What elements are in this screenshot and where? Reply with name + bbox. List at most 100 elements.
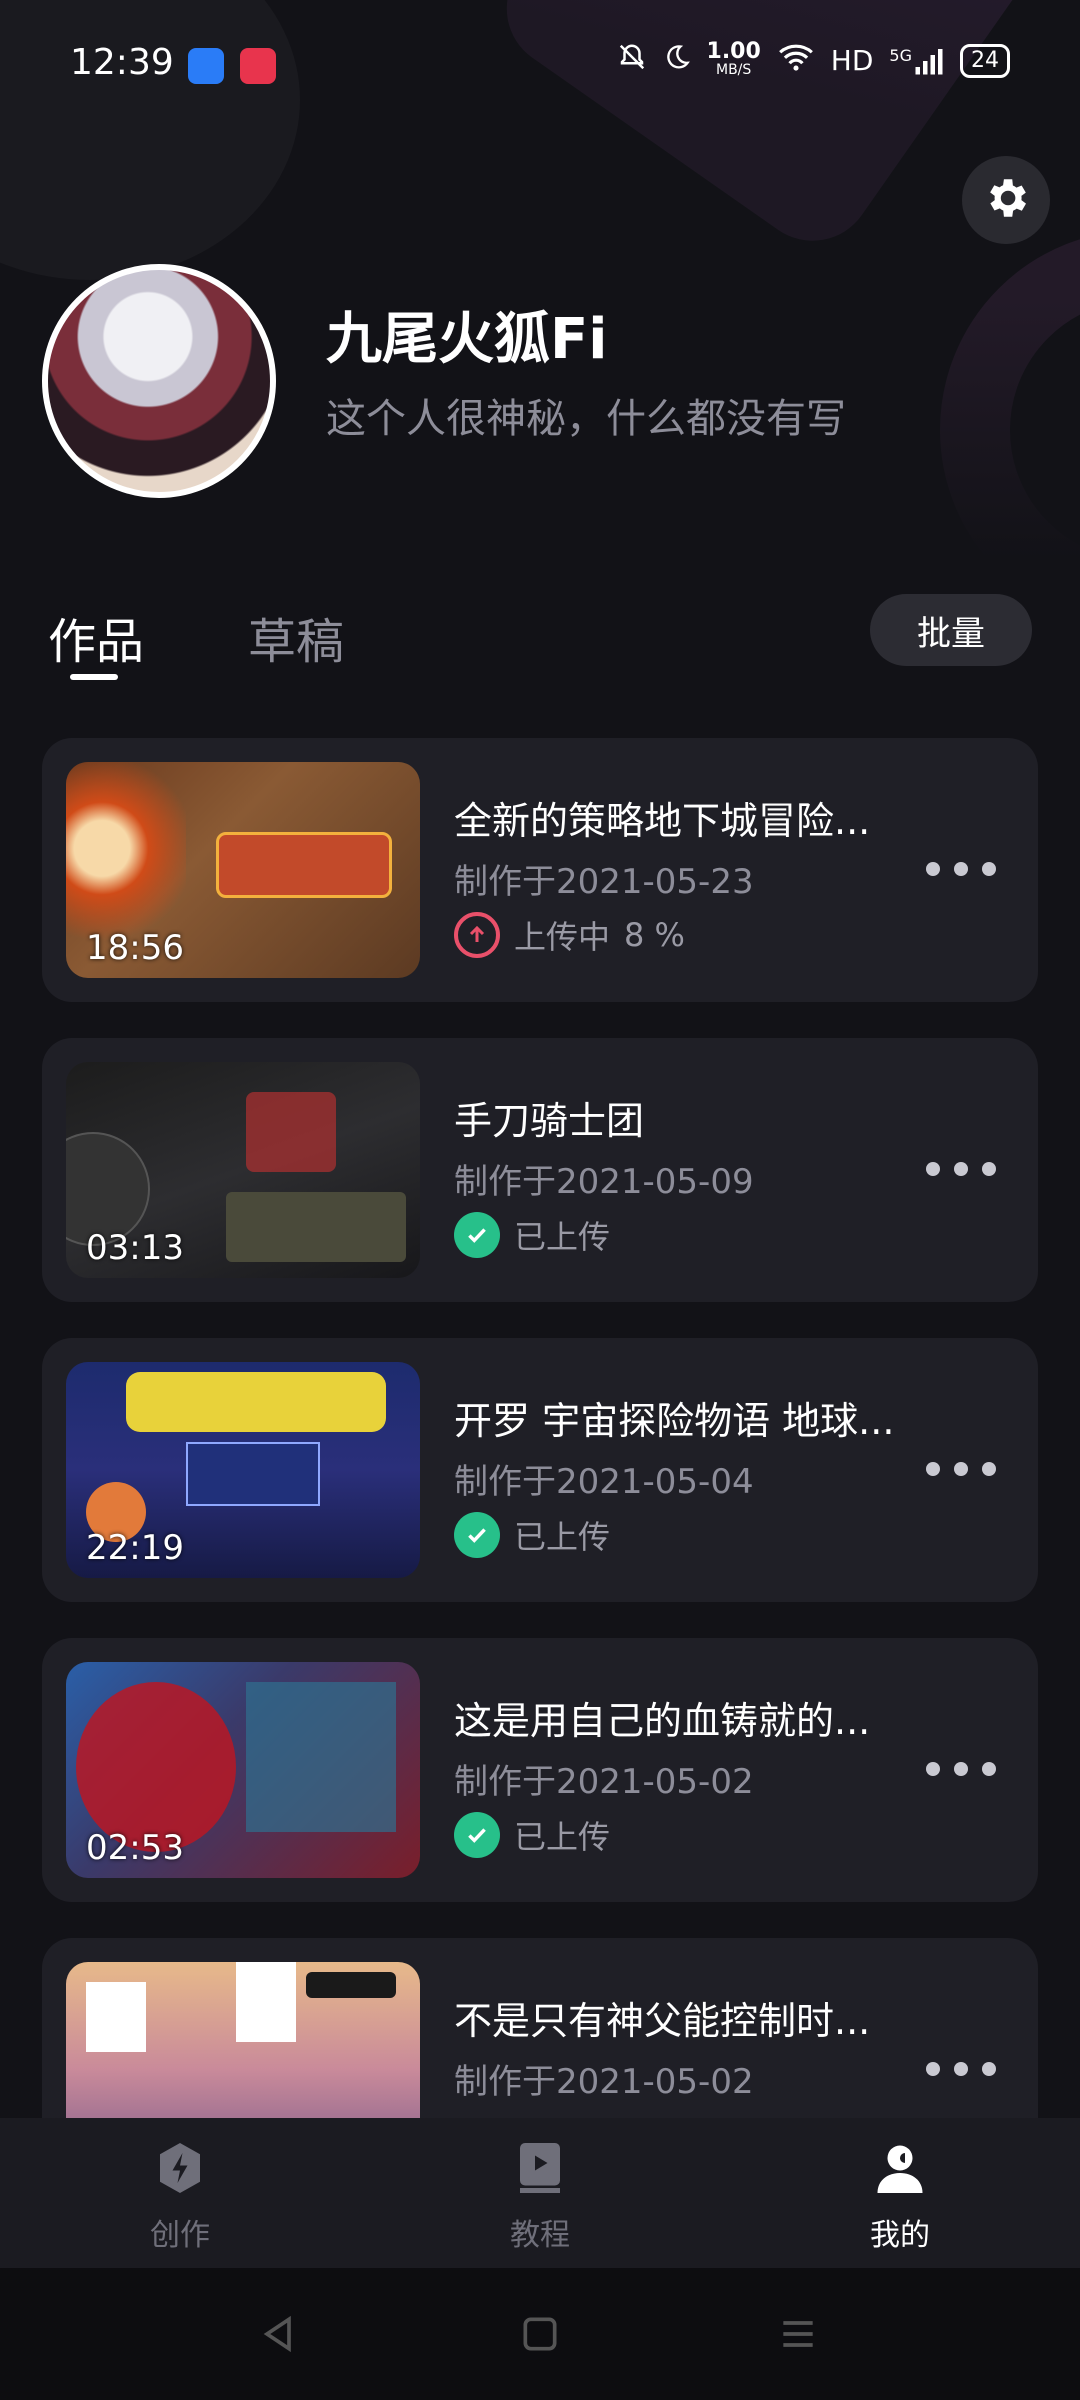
more-dot — [954, 2062, 968, 2076]
nav-mine[interactable]: 我的 — [800, 2118, 1000, 2268]
nav-tutorial-label: 教程 — [510, 2218, 570, 2253]
thumb-floor — [226, 1192, 406, 1262]
more-options-button[interactable] — [926, 1154, 996, 1184]
app-screen: 12:39 1.00 MB/S HD 5G 24 九尾火狐Fi 这个人很神秘，什… — [0, 0, 1080, 2400]
battery-icon: 24 — [960, 43, 1010, 78]
video-duration: 03:13 — [86, 1228, 184, 1268]
more-options-button[interactable] — [926, 2054, 996, 2084]
status-text: 上传中 — [514, 918, 611, 956]
more-dots-icon — [926, 1762, 940, 1776]
nav-mine-label: 我的 — [870, 2218, 930, 2253]
video-card[interactable]: 22:19 开罗 宇宙探险物语 地球... 制作于2021-05-04 已上传 — [42, 1338, 1038, 1602]
lightning-icon — [150, 2138, 210, 2198]
hd-label: HD — [830, 44, 874, 77]
progress-text: 8 % — [624, 916, 685, 954]
net-speed-value: 1.00 — [706, 38, 761, 64]
video-thumbnail[interactable]: 02:53 — [66, 1662, 420, 1878]
thumb-banner — [86, 1982, 146, 2052]
more-dot — [954, 1462, 968, 1476]
video-date: 制作于2021-05-09 — [454, 1162, 754, 1202]
more-dots-icon — [926, 2062, 940, 2076]
video-duration: 02:53 — [86, 1828, 184, 1868]
thumb-tiles — [246, 1682, 396, 1832]
mute-bell-icon — [617, 42, 647, 79]
more-dot — [954, 1762, 968, 1776]
settings-button[interactable] — [962, 156, 1050, 244]
more-dot — [982, 1462, 996, 1476]
more-options-button[interactable] — [926, 1754, 996, 1784]
video-title: 手刀骑士团 — [454, 1099, 645, 1143]
thumb-banner — [236, 1962, 296, 2042]
menu-icon[interactable] — [776, 2312, 820, 2356]
video-duration: 18:56 — [86, 928, 184, 968]
nav-create-label: 创作 — [150, 2218, 210, 2253]
net-speed: 1.00 MB/S — [706, 38, 761, 79]
video-thumbnail[interactable]: 18:56 — [66, 762, 420, 978]
person-icon — [870, 2138, 930, 2198]
status-time: 12:39 — [70, 42, 174, 83]
tab-indicator — [70, 674, 118, 680]
video-thumbnail[interactable]: 22:19 — [66, 1362, 420, 1578]
check-circle-icon — [454, 1212, 500, 1258]
nav-create[interactable]: 创作 — [80, 2118, 280, 2268]
status-icons: 1.00 MB/S HD 5G 24 — [617, 38, 1010, 79]
more-dot — [954, 862, 968, 876]
status-text: 已上传 — [514, 1518, 611, 1556]
moon-icon — [663, 43, 691, 78]
upload-status: 已上传 — [454, 1212, 610, 1258]
video-thumbnail[interactable]: 03:13 — [66, 1062, 420, 1278]
upload-arrow-icon — [454, 912, 500, 958]
avatar[interactable] — [42, 264, 276, 498]
screen-record-icon — [240, 48, 276, 84]
gear-icon — [981, 173, 1031, 227]
more-options-button[interactable] — [926, 1454, 996, 1484]
video-title: 开罗 宇宙探险物语 地球... — [454, 1399, 895, 1443]
upload-status: 已上传 — [454, 1812, 610, 1858]
signal-type: 5G — [889, 45, 912, 65]
check-circle-icon — [454, 1512, 500, 1558]
username: 九尾火狐Fi — [326, 307, 608, 372]
thumb-logo — [126, 1372, 386, 1432]
video-date: 制作于2021-05-02 — [454, 2062, 754, 2102]
video-title: 全新的策略地下城冒险... — [454, 799, 871, 843]
more-dots-icon — [926, 1462, 940, 1476]
upload-status: 已上传 — [454, 1512, 610, 1558]
tab-drafts[interactable]: 草稿 — [248, 602, 344, 672]
status-bar: 12:39 1.00 MB/S HD 5G 24 — [0, 30, 1080, 100]
play-book-icon — [510, 2138, 570, 2198]
check-circle-icon — [454, 1812, 500, 1858]
video-date: 制作于2021-05-02 — [454, 1762, 754, 1802]
status-text: 已上传 — [514, 1818, 611, 1856]
bottom-nav: 创作 教程 我的 — [0, 2118, 1080, 2268]
more-dot — [982, 1162, 996, 1176]
system-nav-bar — [0, 2268, 1080, 2400]
wifi-icon — [777, 42, 815, 79]
batch-button[interactable]: 批量 — [870, 594, 1032, 666]
thumb-sprite — [246, 1092, 336, 1172]
more-options-button[interactable] — [926, 854, 996, 884]
status-text: 已上传 — [514, 1218, 611, 1256]
more-dot — [982, 2062, 996, 2076]
video-card[interactable]: 02:53 这是用自己的血铸就的... 制作于2021-05-02 已上传 — [42, 1638, 1038, 1902]
thumb-logo — [216, 832, 392, 898]
video-duration: 22:19 — [86, 1528, 184, 1568]
nav-tutorial[interactable]: 教程 — [440, 2118, 640, 2268]
profile-bio: 这个人很神秘，什么都没有写 — [326, 396, 846, 442]
video-date: 制作于2021-05-04 — [454, 1462, 754, 1502]
thumb-menu — [186, 1442, 320, 1506]
home-icon[interactable] — [518, 2312, 562, 2356]
video-card[interactable]: 不是只有神父能控制时... 制作于2021-05-02 — [42, 1938, 1038, 2118]
video-date: 制作于2021-05-23 — [454, 862, 754, 902]
signal-icon: 5G — [889, 46, 944, 76]
back-icon[interactable] — [256, 2312, 300, 2356]
video-thumbnail[interactable] — [66, 1962, 420, 2118]
more-dot — [982, 1762, 996, 1776]
video-list[interactable]: 18:56 全新的策略地下城冒险... 制作于2021-05-23 上传中 8 … — [0, 738, 1080, 2118]
video-card[interactable]: 03:13 手刀骑士团 制作于2021-05-09 已上传 — [42, 1038, 1038, 1302]
video-title: 不是只有神父能控制时... — [454, 1999, 871, 2043]
video-card[interactable]: 18:56 全新的策略地下城冒险... 制作于2021-05-23 上传中 8 … — [42, 738, 1038, 1002]
more-dots-icon — [926, 1162, 940, 1176]
tab-works[interactable]: 作品 — [48, 602, 144, 672]
upload-status: 上传中 8 % — [454, 912, 685, 958]
android-app-icon — [188, 48, 224, 84]
